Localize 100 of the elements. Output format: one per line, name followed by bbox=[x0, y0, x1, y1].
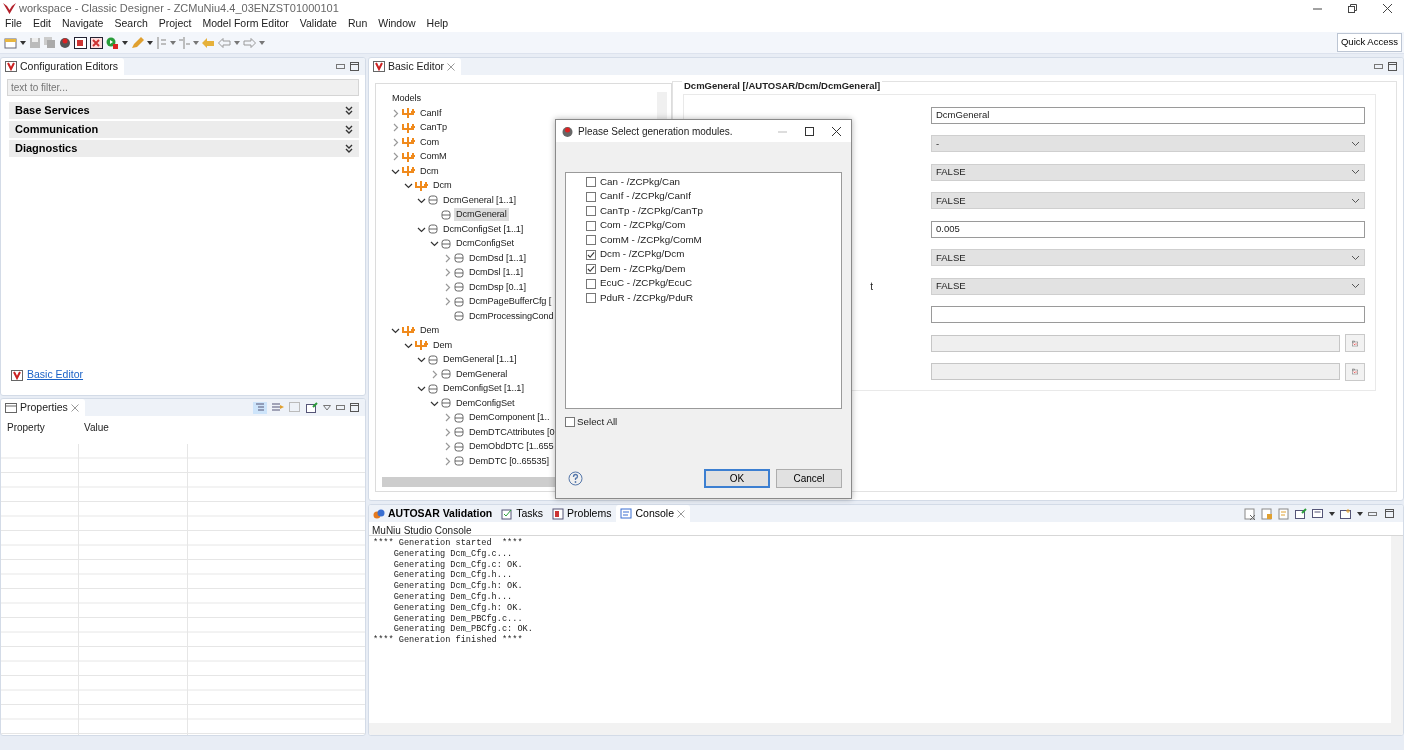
filter-field[interactable]: text to filter... bbox=[7, 79, 359, 96]
window-title: workspace - Classic Designer - ZCMuNiu4.4_03ENZST01000101 bbox=[19, 0, 339, 16]
tree-header: Models bbox=[391, 91, 423, 105]
tree-item[interactable]: DcmGeneral [1..1] bbox=[441, 193, 518, 207]
view-menu-icon[interactable] bbox=[323, 404, 331, 411]
console-tab[interactable]: Console bbox=[616, 505, 690, 522]
input-field[interactable] bbox=[931, 363, 1340, 381]
tree-item[interactable]: DemConfigSet [1..1] bbox=[441, 382, 526, 396]
menu-item[interactable]: Run bbox=[347, 16, 368, 32]
tree-item[interactable]: DcmDsd [1..1] bbox=[467, 251, 528, 265]
tree-item[interactable]: Com bbox=[418, 135, 442, 149]
checkbox[interactable] bbox=[586, 235, 596, 246]
maximize-icon[interactable] bbox=[1388, 62, 1397, 71]
input-field[interactable]: 0.005 bbox=[931, 220, 1365, 238]
tree-item[interactable]: CanTp bbox=[418, 121, 450, 135]
console-tab[interactable]: Problems bbox=[548, 505, 617, 522]
maximize-icon[interactable] bbox=[350, 62, 359, 71]
checkbox[interactable] bbox=[586, 220, 596, 231]
tree-item[interactable]: DcmDsp [0..1] bbox=[467, 280, 528, 294]
menu-item[interactable]: Window bbox=[378, 16, 416, 32]
checkbox[interactable] bbox=[586, 206, 596, 217]
collapse-chevron-icon[interactable] bbox=[429, 239, 440, 249]
minimize-icon[interactable] bbox=[1374, 63, 1383, 70]
tree-item[interactable]: DemGeneral [1..1] bbox=[441, 353, 519, 367]
scrollbar[interactable] bbox=[369, 723, 1391, 735]
restore-icon[interactable] bbox=[1348, 3, 1357, 13]
column-header: Property bbox=[6, 421, 46, 435]
tree-item[interactable]: Dcm bbox=[418, 164, 441, 178]
tree-item[interactable]: DemObdDTC [1..655 bbox=[467, 440, 556, 454]
checkbox[interactable] bbox=[586, 191, 596, 202]
minimize-icon[interactable] bbox=[336, 63, 345, 70]
scrollbar[interactable] bbox=[1391, 536, 1403, 735]
menu-item[interactable]: File bbox=[5, 16, 22, 32]
input-field[interactable]: DcmGeneral bbox=[931, 106, 1365, 124]
checkbox[interactable] bbox=[586, 249, 596, 260]
dropdown[interactable]: - bbox=[931, 135, 1365, 153]
checkbox-label: Select All bbox=[577, 415, 618, 429]
tree-item[interactable]: DemComponent [1.. bbox=[467, 411, 552, 425]
quick-access-field[interactable]: Quick Access bbox=[1336, 33, 1402, 52]
checkbox[interactable] bbox=[565, 417, 575, 428]
tree-item[interactable]: Dcm bbox=[431, 179, 454, 193]
tree-item[interactable]: DemConfigSet bbox=[454, 396, 517, 410]
menu-item[interactable]: Search bbox=[114, 16, 148, 32]
pin-icon[interactable] bbox=[306, 402, 318, 413]
dropdown[interactable]: FALSE bbox=[931, 277, 1365, 295]
checkbox[interactable] bbox=[586, 293, 596, 304]
tree-item[interactable]: Dem bbox=[431, 338, 455, 352]
run-icon[interactable] bbox=[106, 36, 119, 49]
tree-item[interactable]: DemGeneral bbox=[454, 367, 510, 381]
close-icon[interactable] bbox=[832, 126, 841, 136]
tree-item[interactable]: Dem bbox=[418, 324, 442, 338]
help-icon[interactable] bbox=[568, 471, 583, 486]
input-field[interactable] bbox=[931, 334, 1340, 352]
tree-item[interactable]: DemDTC [0..65535] bbox=[467, 454, 551, 468]
tree-item[interactable]: DcmDsl [1..1] bbox=[467, 266, 525, 280]
dropdown[interactable]: FALSE bbox=[931, 249, 1365, 267]
tree-item[interactable]: ComM bbox=[418, 150, 449, 164]
caret-icon[interactable] bbox=[122, 40, 128, 45]
input-field[interactable] bbox=[931, 306, 1365, 324]
dropdown[interactable]: FALSE bbox=[931, 163, 1365, 181]
maximize-icon[interactable] bbox=[350, 403, 359, 412]
section-header[interactable]: Communication bbox=[9, 121, 359, 138]
tree-item[interactable]: CanIf bbox=[418, 106, 444, 120]
checkbox[interactable] bbox=[586, 278, 596, 289]
console-tab[interactable]: AUTOSAR Validation bbox=[369, 505, 498, 522]
caret-icon[interactable] bbox=[20, 40, 26, 45]
maximize-icon[interactable] bbox=[1385, 507, 1397, 520]
collapse-chevron-icon[interactable] bbox=[390, 326, 401, 336]
console-tab[interactable]: Tasks bbox=[497, 505, 549, 522]
menu-item[interactable]: Navigate bbox=[62, 16, 104, 32]
caret-icon[interactable] bbox=[147, 40, 153, 45]
maximize-icon[interactable] bbox=[805, 126, 814, 136]
column-header: Value bbox=[83, 421, 110, 435]
section-header[interactable]: Base Services bbox=[9, 102, 359, 119]
cancel-button[interactable]: Cancel bbox=[776, 469, 842, 488]
browse-button[interactable] bbox=[1345, 334, 1365, 353]
minimize-icon[interactable] bbox=[336, 404, 345, 411]
menu-item[interactable]: Model Form Editor bbox=[202, 16, 289, 32]
collapse-chevron-icon[interactable] bbox=[403, 181, 414, 191]
tree-item[interactable]: DcmConfigSet bbox=[454, 237, 517, 251]
close-icon[interactable] bbox=[1383, 3, 1392, 13]
menu-item[interactable]: Help bbox=[426, 16, 449, 32]
section-header[interactable]: Diagnostics bbox=[9, 140, 359, 157]
tree-item[interactable]: DcmConfigSet [1..1] bbox=[441, 222, 526, 236]
tree-item[interactable]: DcmProcessingCond bbox=[467, 309, 556, 323]
dropdown[interactable]: FALSE bbox=[931, 192, 1365, 210]
collapse-chevron-icon[interactable] bbox=[416, 355, 427, 365]
browse-button[interactable] bbox=[1345, 362, 1365, 381]
menu-item[interactable]: Validate bbox=[299, 16, 337, 32]
collapse-chevron-icon[interactable] bbox=[416, 384, 427, 394]
menu-item[interactable]: Project bbox=[158, 16, 192, 32]
checkbox[interactable] bbox=[586, 177, 596, 188]
tree-item[interactable]: DcmPageBufferCfg [ bbox=[467, 295, 554, 309]
basic-editor-link[interactable]: Basic Editor bbox=[27, 367, 84, 383]
checkbox[interactable] bbox=[586, 264, 596, 275]
tree-item[interactable]: DemDTCAttributes [0 bbox=[467, 425, 557, 439]
menu-item[interactable]: Edit bbox=[32, 16, 51, 32]
tree-item[interactable]: DcmGeneral bbox=[454, 208, 509, 222]
pin-icon[interactable] bbox=[1295, 507, 1307, 520]
ok-button[interactable]: OK bbox=[704, 469, 770, 488]
